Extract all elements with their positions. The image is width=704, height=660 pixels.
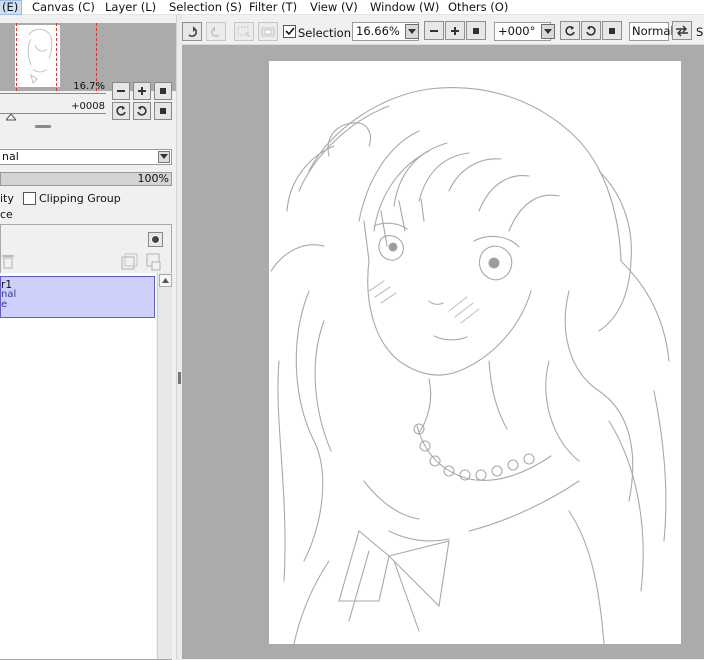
blend-mode-field[interactable]: Normal (629, 22, 674, 41)
menu-layer[interactable]: Layer (L) (105, 0, 156, 15)
navigator-rotation-reset-button[interactable] (154, 102, 172, 120)
chevron-down-icon (544, 28, 552, 34)
navigator-zoom-slider[interactable] (0, 93, 106, 94)
square-icon (160, 108, 166, 114)
undo-button[interactable] (182, 22, 202, 41)
menu-others[interactable]: Others (O) (448, 0, 508, 15)
plus-icon (451, 26, 459, 35)
slider-handle-icon[interactable] (6, 114, 16, 121)
navigator-rotate-left-button[interactable] (112, 102, 130, 120)
deselect-icon (237, 26, 251, 37)
layer-mask-button[interactable] (148, 232, 163, 247)
layer-blend-mode-value: nal (2, 150, 19, 163)
square-icon (160, 88, 166, 94)
stabilizer-label-cut: S (696, 25, 704, 39)
square-icon (473, 27, 479, 34)
selection-visibility-checkbox[interactable] (283, 25, 296, 38)
clipping-group-checkbox[interactable] (23, 192, 36, 205)
layer-mode: nal (1, 289, 17, 300)
left-panel: 16.7% +0008 nal 100% ity Clipping Group … (0, 15, 176, 660)
check-icon (284, 27, 295, 36)
rotate-right-icon (586, 25, 596, 36)
menu-bar: (E) Canvas (C) Layer (L) Selection (S) F… (0, 0, 704, 15)
menu-canvas[interactable]: Canvas (C) (32, 0, 95, 15)
navigator-rotation-readout: +0008 (71, 101, 105, 112)
invert-selection-icon (261, 27, 275, 36)
chevron-down-icon (158, 151, 170, 163)
zoom-out-button[interactable] (424, 21, 444, 40)
rotate-left-icon (565, 25, 575, 36)
layer-row-selected[interactable]: r1 nal e (0, 276, 155, 318)
navigator-page-thumbnail (15, 25, 60, 87)
minus-icon (430, 29, 438, 32)
preserve-opacity-label[interactable]: ity (0, 192, 14, 205)
navigator-zoom-out-button[interactable] (112, 82, 130, 100)
rotate-left-icon (116, 106, 126, 116)
navigator-zoom-in-button[interactable] (133, 82, 151, 100)
clipping-group-label[interactable]: Clipping Group (39, 192, 121, 205)
pencil-sketch-artwork (270, 87, 670, 645)
selection-source-label[interactable]: ce (0, 208, 13, 221)
undo-icon (188, 25, 198, 37)
navigator-background (107, 23, 176, 91)
rotation-reset-button[interactable] (602, 21, 622, 40)
sketch-thumbnail-icon (27, 28, 53, 84)
menu-selection[interactable]: Selection (S) (169, 0, 242, 15)
layer-list-scrollbar[interactable] (157, 273, 172, 659)
chevron-down-icon (408, 28, 416, 34)
selection-label[interactable]: Selection (298, 26, 351, 40)
redo-icon (210, 25, 220, 37)
layer-opacity: e (1, 299, 8, 310)
rotate-right-icon (137, 106, 147, 116)
layer-blend-mode-select[interactable]: nal (0, 149, 172, 165)
rotate-right-button[interactable] (581, 21, 601, 40)
navigator-view-marker-left (16, 23, 17, 91)
blend-mode-value: Normal (632, 24, 674, 38)
minus-icon (117, 90, 125, 92)
circle-icon (151, 235, 160, 244)
navigator-view-marker-middle (56, 23, 57, 91)
menu-filter[interactable]: Filter (T) (249, 0, 297, 15)
layer-name: r1 (1, 279, 12, 291)
panel-splitter-grip[interactable] (35, 125, 51, 128)
plus-icon (138, 87, 146, 95)
square-icon (609, 27, 615, 34)
menu-window[interactable]: Window (W) (370, 0, 439, 15)
trash-icon[interactable] (1, 253, 15, 269)
layer-opacity-value: 100% (137, 172, 169, 185)
flip-icon (676, 25, 688, 36)
zoom-in-button[interactable] (445, 21, 465, 40)
new-layer-icon[interactable] (146, 253, 162, 271)
zoom-dropdown-button[interactable] (405, 24, 419, 39)
menu-view[interactable]: View (V) (310, 0, 358, 15)
canvas-viewport[interactable] (182, 45, 704, 659)
navigator-zoom-reset-button[interactable] (154, 82, 172, 100)
rotation-dropdown-button[interactable] (541, 24, 555, 39)
rotate-left-button[interactable] (560, 21, 580, 40)
flip-horizontal-button[interactable] (672, 21, 692, 40)
scroll-up-button[interactable] (159, 274, 172, 287)
invert-selection-button[interactable] (258, 22, 278, 41)
menu-edit[interactable]: (E) (0, 0, 23, 15)
rotation-value: +000° (498, 24, 536, 38)
layer-list (0, 273, 156, 659)
redo-button[interactable] (206, 22, 226, 41)
navigator-zoom-readout: 16.7% (73, 81, 105, 92)
zoom-reset-button[interactable] (466, 21, 486, 40)
canvas-toolbar: Selection 16.66% +000° Normal S (182, 15, 704, 45)
zoom-level-value: 16.66% (356, 24, 400, 38)
canvas-page[interactable] (269, 61, 681, 645)
divider-grip[interactable] (178, 372, 181, 384)
layer-opacity-slider[interactable]: 100% (0, 172, 172, 186)
chevron-up-icon (162, 278, 169, 283)
new-layer-folder-icon[interactable] (121, 253, 139, 271)
deselect-button[interactable] (234, 22, 254, 41)
navigator-rotate-right-button[interactable] (133, 102, 151, 120)
